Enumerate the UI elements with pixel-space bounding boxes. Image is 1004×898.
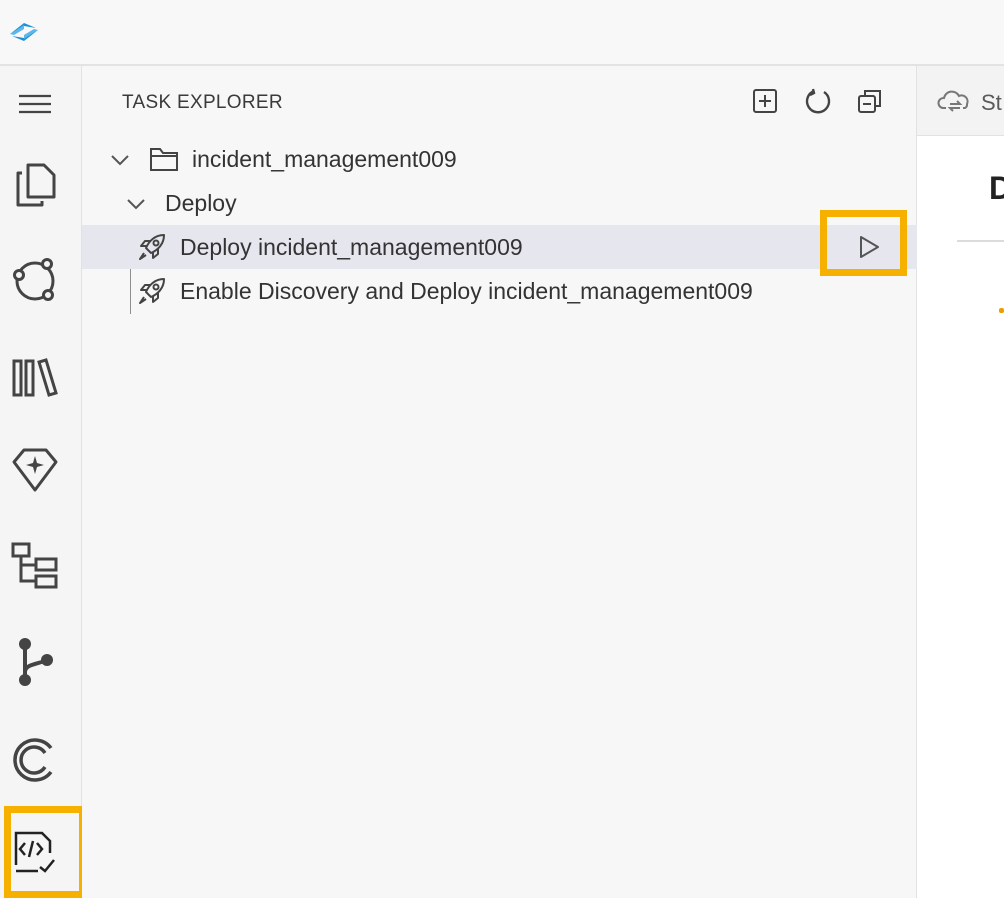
tree-item-project[interactable]: incident_management009 xyxy=(82,137,917,181)
collapse-all-button[interactable] xyxy=(855,88,885,118)
activity-bar xyxy=(0,66,86,898)
status-dot xyxy=(999,308,1004,313)
git-branch-icon xyxy=(13,636,57,688)
title-bar xyxy=(0,0,1004,66)
divider xyxy=(957,240,1004,242)
add-task-button[interactable] xyxy=(750,88,780,118)
activity-storyboard[interactable] xyxy=(5,250,65,310)
activity-source-control[interactable] xyxy=(5,632,65,692)
collapse-all-icon xyxy=(857,88,883,119)
hierarchy-tree-icon xyxy=(10,541,60,591)
menu-hamburger-icon[interactable] xyxy=(5,74,65,134)
activity-ai-assistant[interactable] xyxy=(5,440,65,500)
tree-item-group[interactable]: Deploy xyxy=(82,181,917,225)
tree-item-label: Deploy xyxy=(165,189,237,216)
tree-item-label: incident_management009 xyxy=(192,145,457,172)
chevron-down-icon xyxy=(126,193,146,213)
cycle-nodes-icon xyxy=(10,255,60,305)
editor-tab-strip: St xyxy=(917,66,1004,136)
cloud-sync-icon xyxy=(937,88,973,119)
rocket-icon xyxy=(138,277,166,311)
editor-heading: D xyxy=(989,170,1004,206)
files-copy-icon xyxy=(12,159,58,209)
concentric-c-icon xyxy=(11,736,59,784)
folder-icon xyxy=(149,146,179,178)
editor-tab-label[interactable]: St xyxy=(981,90,1002,116)
task-explorer-panel: TASK EXPLORER incident_management009 Dep… xyxy=(82,66,917,898)
activity-outline[interactable] xyxy=(5,536,65,596)
activity-explorer[interactable] xyxy=(5,154,65,214)
tree-item-task[interactable]: Enable Discovery and Deploy incident_man… xyxy=(82,269,917,313)
refresh-button[interactable] xyxy=(803,88,833,118)
refresh-icon xyxy=(804,87,832,120)
panel-title: TASK EXPLORER xyxy=(122,92,283,113)
task-explorer-highlight xyxy=(4,806,86,898)
tree-item-task[interactable]: Deploy incident_management009 xyxy=(82,225,917,269)
run-button-highlight xyxy=(820,210,907,276)
tree-item-label: Enable Discovery and Deploy incident_man… xyxy=(180,277,753,304)
diamond-sparkle-icon xyxy=(10,446,60,494)
tree-item-label: Deploy incident_management009 xyxy=(180,233,523,260)
plus-square-icon xyxy=(752,88,778,119)
books-icon xyxy=(11,358,59,398)
activity-remote[interactable] xyxy=(5,730,65,790)
sap-bas-logo-icon xyxy=(6,16,42,48)
chevron-down-icon xyxy=(110,149,130,169)
editor-area: St D xyxy=(917,66,1004,898)
rocket-icon xyxy=(138,233,166,267)
activity-library[interactable] xyxy=(5,348,65,408)
